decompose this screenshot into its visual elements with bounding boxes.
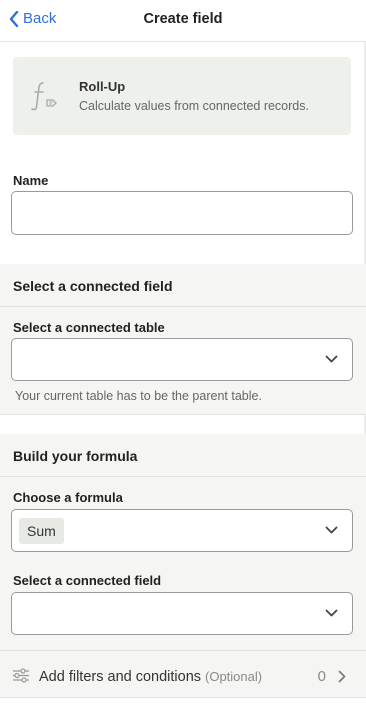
- field-type-name: Roll-Up: [79, 79, 126, 94]
- optional-tag: (Optional): [205, 669, 263, 684]
- divider: [0, 414, 366, 415]
- formula-label: Choose a formula: [13, 490, 123, 505]
- chevron-right-icon: [338, 670, 346, 683]
- connected-field-label: Select a connected field: [13, 573, 162, 588]
- section-title: Select a connected field: [13, 278, 173, 294]
- connected-table-hint: Your current table has to be the parent …: [15, 389, 262, 403]
- formula-section: Build your formula Choose a formula Sum …: [0, 434, 366, 650]
- connected-table-label: Select a connected table: [13, 320, 165, 335]
- formula-select[interactable]: Sum: [11, 509, 353, 552]
- section-header: Select a connected field: [0, 264, 366, 307]
- filters-label: Add filters and conditions (Optional): [39, 669, 262, 685]
- chevron-down-icon: [325, 355, 338, 363]
- chevron-down-icon: [325, 526, 338, 534]
- connected-table-select[interactable]: [11, 338, 353, 381]
- function-icon: [31, 82, 57, 111]
- chevron-down-icon: [325, 609, 338, 617]
- filters-count: 0: [317, 668, 326, 685]
- sliders-icon: [13, 668, 29, 683]
- section-header: Build your formula: [0, 434, 366, 477]
- field-type-card: Roll-Up Calculate values from connected …: [13, 57, 351, 135]
- connected-field-select[interactable]: [11, 592, 353, 635]
- page-title: Create field: [143, 11, 223, 27]
- add-filters-row[interactable]: Add filters and conditions (Optional) 0: [0, 650, 366, 698]
- field-type-description: Calculate values from connected records.: [79, 99, 309, 113]
- connected-field-section: Select a connected field Select a connec…: [0, 264, 366, 415]
- section-title: Build your formula: [13, 448, 138, 464]
- name-field[interactable]: [11, 191, 353, 235]
- name-label: Name: [13, 173, 49, 188]
- formula-chip: Sum: [19, 518, 64, 544]
- name-input[interactable]: [12, 192, 352, 234]
- top-bar: Back Create field: [0, 0, 366, 42]
- filters-label-text: Add filters and conditions: [39, 669, 202, 685]
